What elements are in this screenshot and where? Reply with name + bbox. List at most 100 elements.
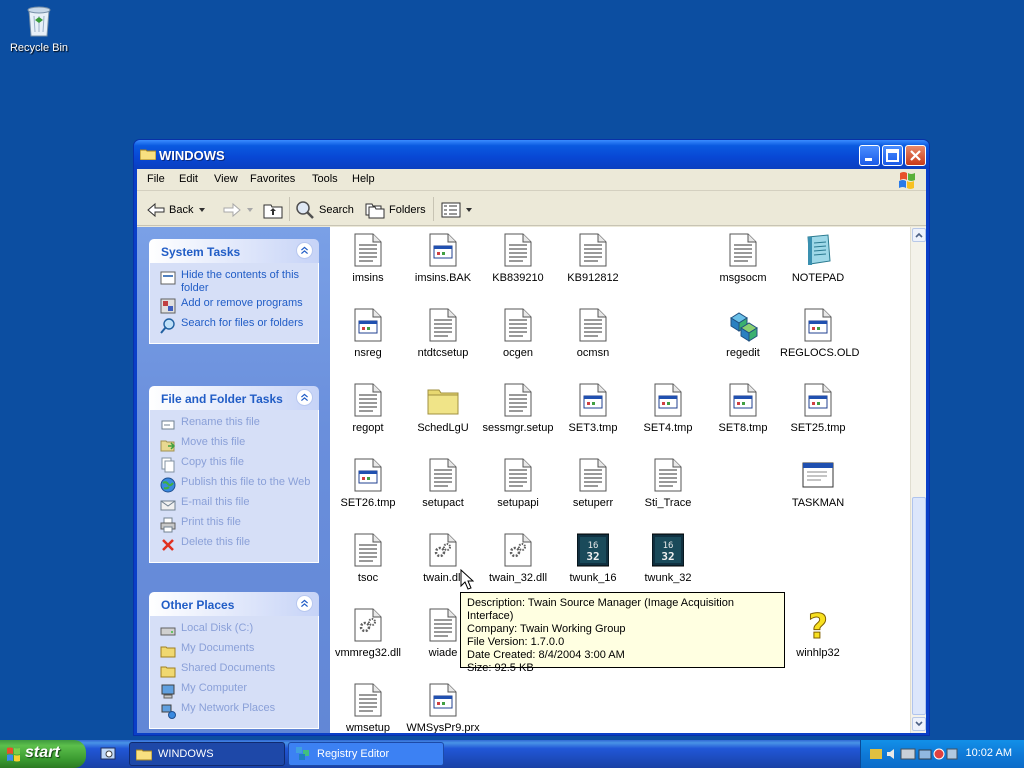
- title-bar[interactable]: WINDOWS: [134, 140, 929, 169]
- start-button[interactable]: start: [0, 740, 86, 768]
- file-item[interactable]: imsins: [330, 233, 406, 284]
- scroll-down-arrow-icon[interactable]: [912, 717, 926, 731]
- place-shared-documents[interactable]: Shared Documents: [160, 662, 312, 680]
- file-item[interactable]: regopt: [330, 383, 406, 434]
- scroll-thumb[interactable]: [912, 497, 926, 715]
- collapse-chevron-icon[interactable]: [296, 595, 313, 612]
- app-doc-icon: [652, 383, 684, 417]
- file-item[interactable]: regedit: [705, 308, 781, 359]
- up-folder-button[interactable]: [263, 199, 283, 221]
- place-my-documents[interactable]: My Documents: [160, 642, 312, 660]
- file-item[interactable]: vmmreg32.dll: [330, 608, 406, 659]
- window-app-icon: [802, 458, 834, 492]
- file-name: SchedLgU: [417, 422, 469, 434]
- taskbar-item-windows[interactable]: WINDOWS: [129, 742, 285, 766]
- taskbar-item-registry-editor[interactable]: Registry Editor: [288, 742, 444, 766]
- menu-help[interactable]: Help: [352, 173, 375, 185]
- menu-edit[interactable]: Edit: [179, 173, 198, 185]
- toolbar: Back Search Folders: [137, 192, 926, 226]
- collapse-chevron-icon[interactable]: [296, 242, 313, 259]
- tooltip-date-created: Date Created: 8/4/2004 3:00 AM: [467, 649, 625, 661]
- back-label: Back: [169, 204, 194, 216]
- file-name: KB912812: [567, 272, 619, 284]
- file-item[interactable]: ? winhlp32: [780, 607, 856, 660]
- task-add-remove-programs[interactable]: Add or remove programs: [160, 297, 312, 315]
- place-local-disk[interactable]: Local Disk (C:): [160, 622, 312, 640]
- file-item[interactable]: SET26.tmp: [330, 458, 406, 509]
- file-item[interactable]: TASKMAN: [780, 458, 856, 509]
- file-item[interactable]: setupapi: [480, 458, 556, 509]
- file-item[interactable]: KB912812: [555, 233, 631, 284]
- file-item[interactable]: NOTEPAD: [780, 233, 856, 284]
- file-item[interactable]: setuperr: [555, 458, 631, 509]
- forward-button[interactable]: [223, 199, 255, 221]
- menu-favorites[interactable]: Favorites: [250, 173, 295, 185]
- panel-header[interactable]: Other Places: [149, 592, 319, 616]
- back-button[interactable]: Back: [147, 199, 207, 221]
- minimize-icon: [865, 158, 872, 161]
- file-item[interactable]: ocgen: [480, 308, 556, 359]
- collapse-chevron-icon[interactable]: [296, 389, 313, 406]
- file-item[interactable]: ocmsn: [555, 308, 631, 359]
- file-item[interactable]: 16 32 twunk_32: [630, 533, 706, 584]
- file-name: SET4.tmp: [643, 422, 693, 434]
- file-item[interactable]: ntdtcsetup: [405, 308, 481, 359]
- app-doc-icon: [727, 383, 759, 417]
- file-name: setupact: [422, 497, 464, 509]
- file-item[interactable]: WMSysPr9.prx: [405, 683, 481, 733]
- menu-file[interactable]: File: [147, 173, 165, 185]
- file-item[interactable]: KB839210: [480, 233, 556, 284]
- menu-view[interactable]: View: [214, 173, 238, 185]
- file-item[interactable]: Sti_Trace: [630, 458, 706, 509]
- panel-header[interactable]: File and Folder Tasks: [149, 386, 319, 410]
- svg-text:?: ?: [808, 608, 828, 642]
- file-item[interactable]: msgsocm: [705, 233, 781, 284]
- file-name: nsreg: [354, 347, 382, 359]
- file-item[interactable]: REGLOCS.OLD: [780, 308, 859, 359]
- file-item[interactable]: SET4.tmp: [630, 383, 706, 434]
- task-search-files[interactable]: Search for files or folders: [160, 317, 312, 335]
- quick-launch-show-desktop[interactable]: [96, 742, 122, 766]
- panel-title: System Tasks: [161, 245, 241, 259]
- file-item[interactable]: tsoc: [330, 533, 406, 584]
- vertical-scrollbar[interactable]: [910, 227, 926, 733]
- panel-title: File and Folder Tasks: [161, 392, 283, 406]
- place-my-computer[interactable]: My Computer: [160, 682, 312, 700]
- file-item[interactable]: 16 32 twunk_16: [555, 533, 631, 584]
- file-item[interactable]: sessmgr.setup: [480, 383, 556, 434]
- panel-header[interactable]: System Tasks: [149, 239, 319, 263]
- file-item[interactable]: SET3.tmp: [555, 383, 631, 434]
- back-arrow-icon: [147, 202, 165, 218]
- file-item[interactable]: SchedLgU: [405, 383, 481, 434]
- close-button[interactable]: [905, 145, 926, 166]
- views-button[interactable]: [441, 199, 473, 221]
- file-item[interactable]: setupact: [405, 458, 481, 509]
- file-item[interactable]: SET8.tmp: [705, 383, 781, 434]
- minimize-button[interactable]: [859, 145, 880, 166]
- menu-tools[interactable]: Tools: [312, 173, 338, 185]
- file-name: WMSysPr9.prx: [406, 722, 480, 733]
- file-item[interactable]: nsreg: [330, 308, 406, 359]
- shared-folder-icon: [160, 666, 176, 678]
- search-button[interactable]: Search: [295, 199, 354, 221]
- folders-button[interactable]: Folders: [365, 199, 426, 221]
- file-name: regopt: [352, 422, 384, 434]
- show-desktop-icon: [100, 747, 116, 760]
- recycle-bin-shortcut[interactable]: Recycle Bin: [6, 2, 72, 54]
- dropdown-arrow-icon[interactable]: [197, 206, 207, 214]
- file-item[interactable]: twain_32.dll: [480, 533, 556, 584]
- email-icon: [160, 500, 176, 511]
- place-my-network-places[interactable]: My Network Places: [160, 702, 312, 720]
- task-hide-contents[interactable]: Hide the contents of this folder: [160, 269, 312, 295]
- folder-icon: [136, 749, 152, 760]
- file-item[interactable]: SET25.tmp: [780, 383, 856, 434]
- app-doc-icon: [427, 233, 459, 267]
- file-item[interactable]: wmsetup: [330, 683, 406, 733]
- file-item[interactable]: imsins.BAK: [405, 233, 481, 284]
- scroll-up-arrow-icon[interactable]: [912, 228, 926, 242]
- tray-icons: [870, 748, 958, 760]
- maximize-button[interactable]: [882, 145, 903, 166]
- system-tasks-panel: System Tasks Hide the contents of this f…: [149, 239, 319, 344]
- text-doc-icon: [577, 308, 609, 342]
- file-name: wiade: [428, 647, 458, 659]
